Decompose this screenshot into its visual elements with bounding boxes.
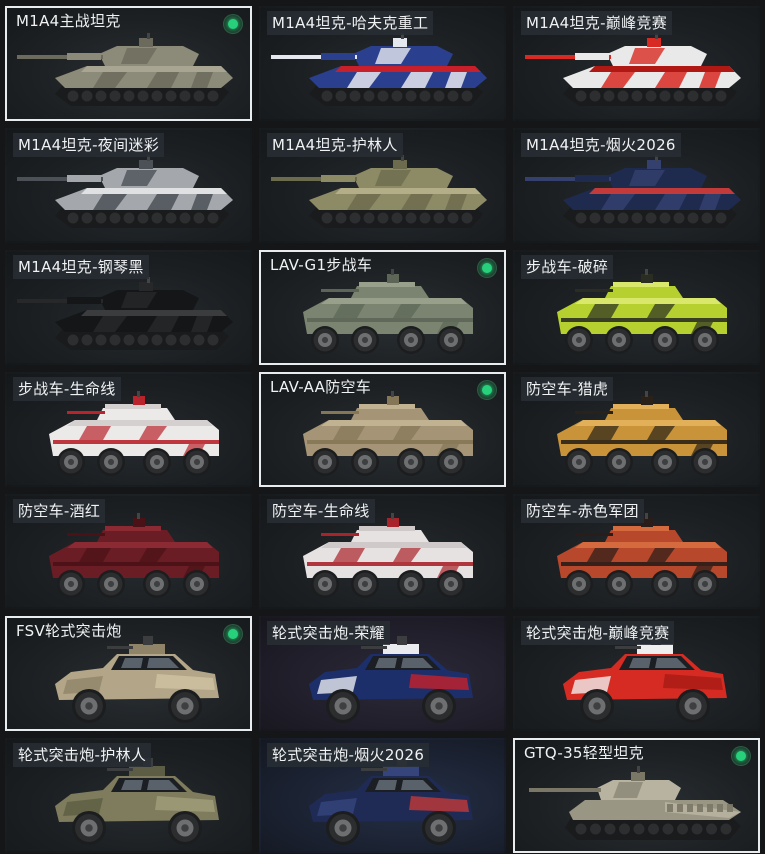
vehicle-name-label: 轮式突击炮-荣耀: [267, 621, 390, 645]
equipped-indicator-icon: [732, 747, 750, 765]
vehicle-card[interactable]: 防空车-生命线: [259, 494, 506, 609]
buggy-art: [563, 636, 727, 723]
vehicle-card[interactable]: 轮式突击炮-烟火2026: [259, 738, 506, 853]
vehicle-name-label: M1A4主战坦克: [16, 12, 121, 30]
vehicle-card[interactable]: LAV-AA防空车: [259, 372, 506, 487]
vehicle-name-label: 步战车-生命线: [13, 377, 121, 401]
vehicle-name-label: 轮式突击炮-烟火2026: [267, 743, 430, 767]
wheeled-vehicle-art: [557, 513, 727, 598]
buggy-art: [55, 758, 219, 845]
vehicle-name-label: LAV-G1步战车: [270, 256, 373, 274]
vehicle-card[interactable]: M1A4坦克-护林人: [259, 128, 506, 243]
vehicle-card[interactable]: GTQ-35轻型坦克: [513, 738, 760, 853]
equipped-indicator-icon: [224, 625, 242, 643]
light-tank-art: [529, 766, 741, 840]
vehicle-name-label: 轮式突击炮-巅峰竞赛: [521, 621, 675, 645]
vehicle-name-label: M1A4坦克-钢琴黑: [13, 255, 149, 279]
vehicle-card[interactable]: M1A4坦克-钢琴黑: [5, 250, 252, 365]
tank-art: [271, 155, 487, 228]
buggy-art: [55, 636, 219, 723]
vehicle-card[interactable]: FSV轮式突击炮: [5, 616, 252, 731]
vehicle-card[interactable]: 防空车-酒红: [5, 494, 252, 609]
tank-art: [271, 33, 487, 106]
vehicle-card[interactable]: M1A4坦克-烟火2026: [513, 128, 760, 243]
vehicle-card[interactable]: M1A4坦克-夜间迷彩: [5, 128, 252, 243]
tank-art: [17, 33, 233, 106]
wheeled-vehicle-art: [303, 269, 473, 354]
vehicle-card[interactable]: 防空车-赤色军团: [513, 494, 760, 609]
tank-art: [17, 155, 233, 228]
vehicle-card[interactable]: M1A4主战坦克: [5, 6, 252, 121]
vehicle-name-label: M1A4坦克-巅峰竞赛: [521, 11, 673, 35]
vehicle-name-label: FSV轮式突击炮: [16, 622, 122, 640]
vehicle-name-label: 防空车-酒红: [13, 499, 106, 523]
wheeled-vehicle-art: [49, 513, 219, 598]
vehicle-name-label: M1A4坦克-哈夫克重工: [267, 11, 434, 35]
vehicle-name-label: 防空车-赤色军团: [521, 499, 644, 523]
wheeled-vehicle-art: [49, 391, 219, 476]
vehicle-card[interactable]: M1A4坦克-巅峰竞赛: [513, 6, 760, 121]
vehicle-card[interactable]: 轮式突击炮-荣耀: [259, 616, 506, 731]
wheeled-vehicle-art: [303, 391, 473, 476]
vehicle-card[interactable]: 轮式突击炮-巅峰竞赛: [513, 616, 760, 731]
tank-art: [525, 155, 741, 228]
vehicle-card[interactable]: 步战车-生命线: [5, 372, 252, 487]
buggy-art: [309, 758, 473, 845]
vehicle-name-label: LAV-AA防空车: [270, 378, 372, 396]
tank-art: [525, 33, 741, 106]
wheeled-vehicle-art: [557, 269, 727, 354]
tank-art: [17, 277, 233, 350]
buggy-art: [309, 636, 473, 723]
vehicle-skin-grid: M1A4主战坦克 M1A4坦克-哈夫克重工 M1A4坦克-巅峰竞赛 M1A4坦克-夜间…: [5, 6, 761, 853]
vehicle-card[interactable]: 轮式突击炮-护林人: [5, 738, 252, 853]
vehicle-card[interactable]: M1A4坦克-哈夫克重工: [259, 6, 506, 121]
vehicle-name-label: 防空车-生命线: [267, 499, 375, 523]
wheeled-vehicle-art: [557, 391, 727, 476]
vehicle-name-label: 轮式突击炮-护林人: [13, 743, 152, 767]
vehicle-card[interactable]: 步战车-破碎: [513, 250, 760, 365]
vehicle-name-label: 防空车-猎虎: [521, 377, 614, 401]
vehicle-card[interactable]: 防空车-猎虎: [513, 372, 760, 487]
vehicle-name-label: M1A4坦克-烟火2026: [521, 133, 681, 157]
vehicle-name-label: 步战车-破碎: [521, 255, 614, 279]
equipped-indicator-icon: [224, 15, 242, 33]
vehicle-name-label: GTQ-35轻型坦克: [524, 744, 644, 762]
equipped-indicator-icon: [478, 259, 496, 277]
vehicle-name-label: M1A4坦克-夜间迷彩: [13, 133, 165, 157]
equipped-indicator-icon: [478, 381, 496, 399]
vehicle-card[interactable]: LAV-G1步战车: [259, 250, 506, 365]
wheeled-vehicle-art: [303, 513, 473, 598]
vehicle-name-label: M1A4坦克-护林人: [267, 133, 403, 157]
